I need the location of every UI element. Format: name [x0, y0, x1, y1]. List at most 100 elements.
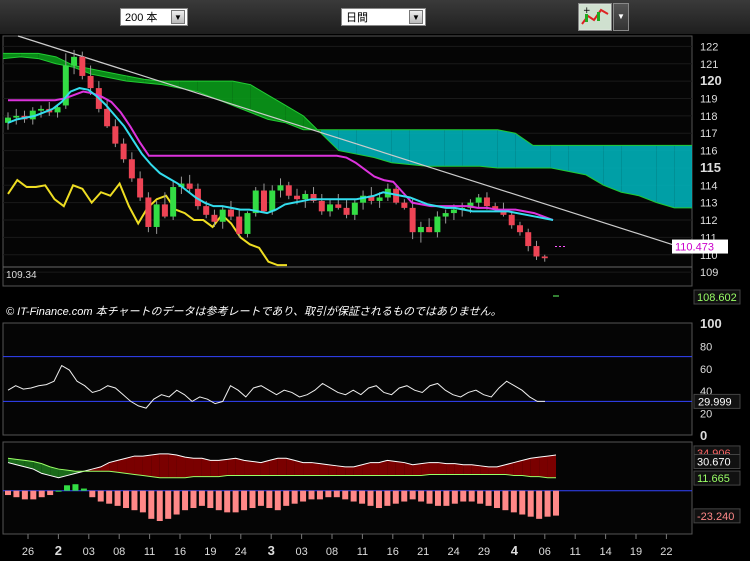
down-candle [260, 190, 267, 212]
macd-histogram-bar [460, 490, 467, 502]
down-candle [294, 195, 301, 200]
macd-fill-segment [126, 456, 135, 475]
chevron-down-icon[interactable]: ▼ [409, 10, 423, 24]
chart-tools-button[interactable]: + [578, 3, 612, 31]
macd-histogram-bar [198, 490, 205, 506]
macd-histogram-bar [266, 490, 273, 509]
up-candle [153, 204, 160, 227]
macd-fill-segment [345, 466, 354, 476]
y-tick-label: 116 [700, 146, 718, 158]
macd-fill-segment [151, 453, 160, 478]
macd-fill-segment [286, 458, 295, 476]
macd-fill-segment [387, 460, 396, 476]
up-candle [13, 115, 20, 118]
macd-histogram-bar [21, 490, 28, 500]
macd-histogram-bar [367, 490, 374, 506]
macd-fill-segment [463, 464, 472, 475]
down-candle [343, 207, 350, 215]
macd-histogram-bar [333, 490, 340, 498]
macd-histogram-bar [72, 484, 79, 491]
cloud-segment [427, 129, 445, 167]
macd-value-label: -23.240 [697, 511, 734, 523]
cloud-segment [444, 129, 463, 167]
chevron-down-icon[interactable]: ▼ [171, 10, 185, 24]
tool-dropdown-button[interactable]: ▼ [613, 3, 629, 31]
macd-fill-segment [227, 458, 236, 476]
rsi-value-label: 29.999 [698, 396, 732, 408]
down-candle [426, 226, 433, 233]
x-tick-label: 24 [235, 546, 247, 558]
down-candle [79, 56, 86, 76]
macd-fill-segment [421, 462, 430, 476]
macd-histogram-bar [55, 490, 62, 492]
down-candle [120, 143, 127, 160]
down-candle [112, 126, 119, 144]
macd-fill-segment [303, 462, 312, 476]
rsi-y-tick: 60 [700, 364, 712, 376]
period-select-value: 200 本 [125, 12, 158, 24]
up-candle [417, 226, 424, 233]
up-candle [38, 108, 45, 111]
macd-histogram-bar [342, 490, 349, 500]
cloud-segment [497, 129, 516, 168]
rsi-y-tick: 0 [700, 428, 707, 443]
up-candle [327, 204, 334, 212]
chart-area: 122 121 120 119 118 117 116 115 114 113 11 21 11 11 0 1… [0, 34, 750, 561]
y-tick-label: 109 [700, 267, 718, 279]
interval-select-value: 日間 [346, 12, 368, 24]
cloud-segment [550, 145, 569, 172]
macd-fill-segment [429, 462, 438, 475]
down-candle [285, 185, 292, 196]
macd-fill-segment [328, 464, 337, 476]
up-candle [269, 190, 276, 212]
macd-histogram-bar [123, 490, 130, 509]
macd-histogram-bar [156, 490, 163, 522]
macd-histogram-bar [114, 490, 121, 506]
macd-histogram-bar [401, 490, 408, 502]
down-candle [211, 214, 218, 222]
period-select[interactable]: 200 本 ▼ [120, 8, 188, 26]
rsi-y-tick: 80 [700, 341, 712, 353]
macd-fill-segment [437, 462, 447, 475]
macd-histogram-bar [316, 490, 323, 500]
macd-value-label: 11.665 [697, 473, 730, 485]
macd-histogram-bar [139, 490, 146, 513]
x-tick-label: 03 [83, 546, 95, 558]
macd-fill-segment [311, 462, 320, 476]
macd-histogram-bar [553, 490, 559, 516]
macd-histogram-bar [451, 490, 458, 504]
macd-fill-segment [395, 461, 405, 476]
svg-text:+: + [583, 6, 591, 16]
x-tick-label: 29 [478, 546, 490, 558]
x-tick-label: 21 [417, 546, 429, 558]
y-tick-label: 122 [700, 41, 718, 53]
macd-fill-segment [522, 458, 531, 477]
macd-fill-segment [446, 463, 455, 475]
up-candle [450, 209, 457, 214]
macd-histogram-bar [30, 490, 37, 500]
macd-histogram-bar [190, 490, 197, 509]
y-tick-label: 119 [700, 94, 718, 106]
macd-histogram-bar [249, 490, 256, 509]
macd-histogram-bar [182, 490, 189, 511]
macd-histogram-bar [544, 490, 551, 517]
down-candle [203, 206, 210, 215]
x-tick-label: 24 [447, 546, 459, 558]
x-tick-label: 4 [511, 543, 519, 558]
panel-frame [2, 441, 693, 535]
macd-fill-segment [218, 459, 228, 477]
cloud-segment [533, 145, 551, 168]
macd-histogram-bar [519, 490, 526, 515]
down-candle [409, 207, 416, 233]
up-candle [475, 197, 482, 203]
macd-histogram-bar [375, 490, 382, 509]
chikou-last-label: 109.34 [6, 270, 37, 281]
interval-select[interactable]: 日間 ▼ [341, 8, 426, 26]
macd-histogram-bar [38, 490, 45, 498]
copyright-notice: © IT-Finance.com 本チャートのデータは参考レートであり、取引が保… [6, 305, 502, 318]
macd-histogram-bar [502, 490, 509, 511]
up-candle [351, 202, 358, 215]
macd-histogram-bar [165, 490, 172, 519]
macd-panel: 34.90630.67011.665-23.240 [2, 441, 741, 535]
down-candle [525, 232, 532, 247]
